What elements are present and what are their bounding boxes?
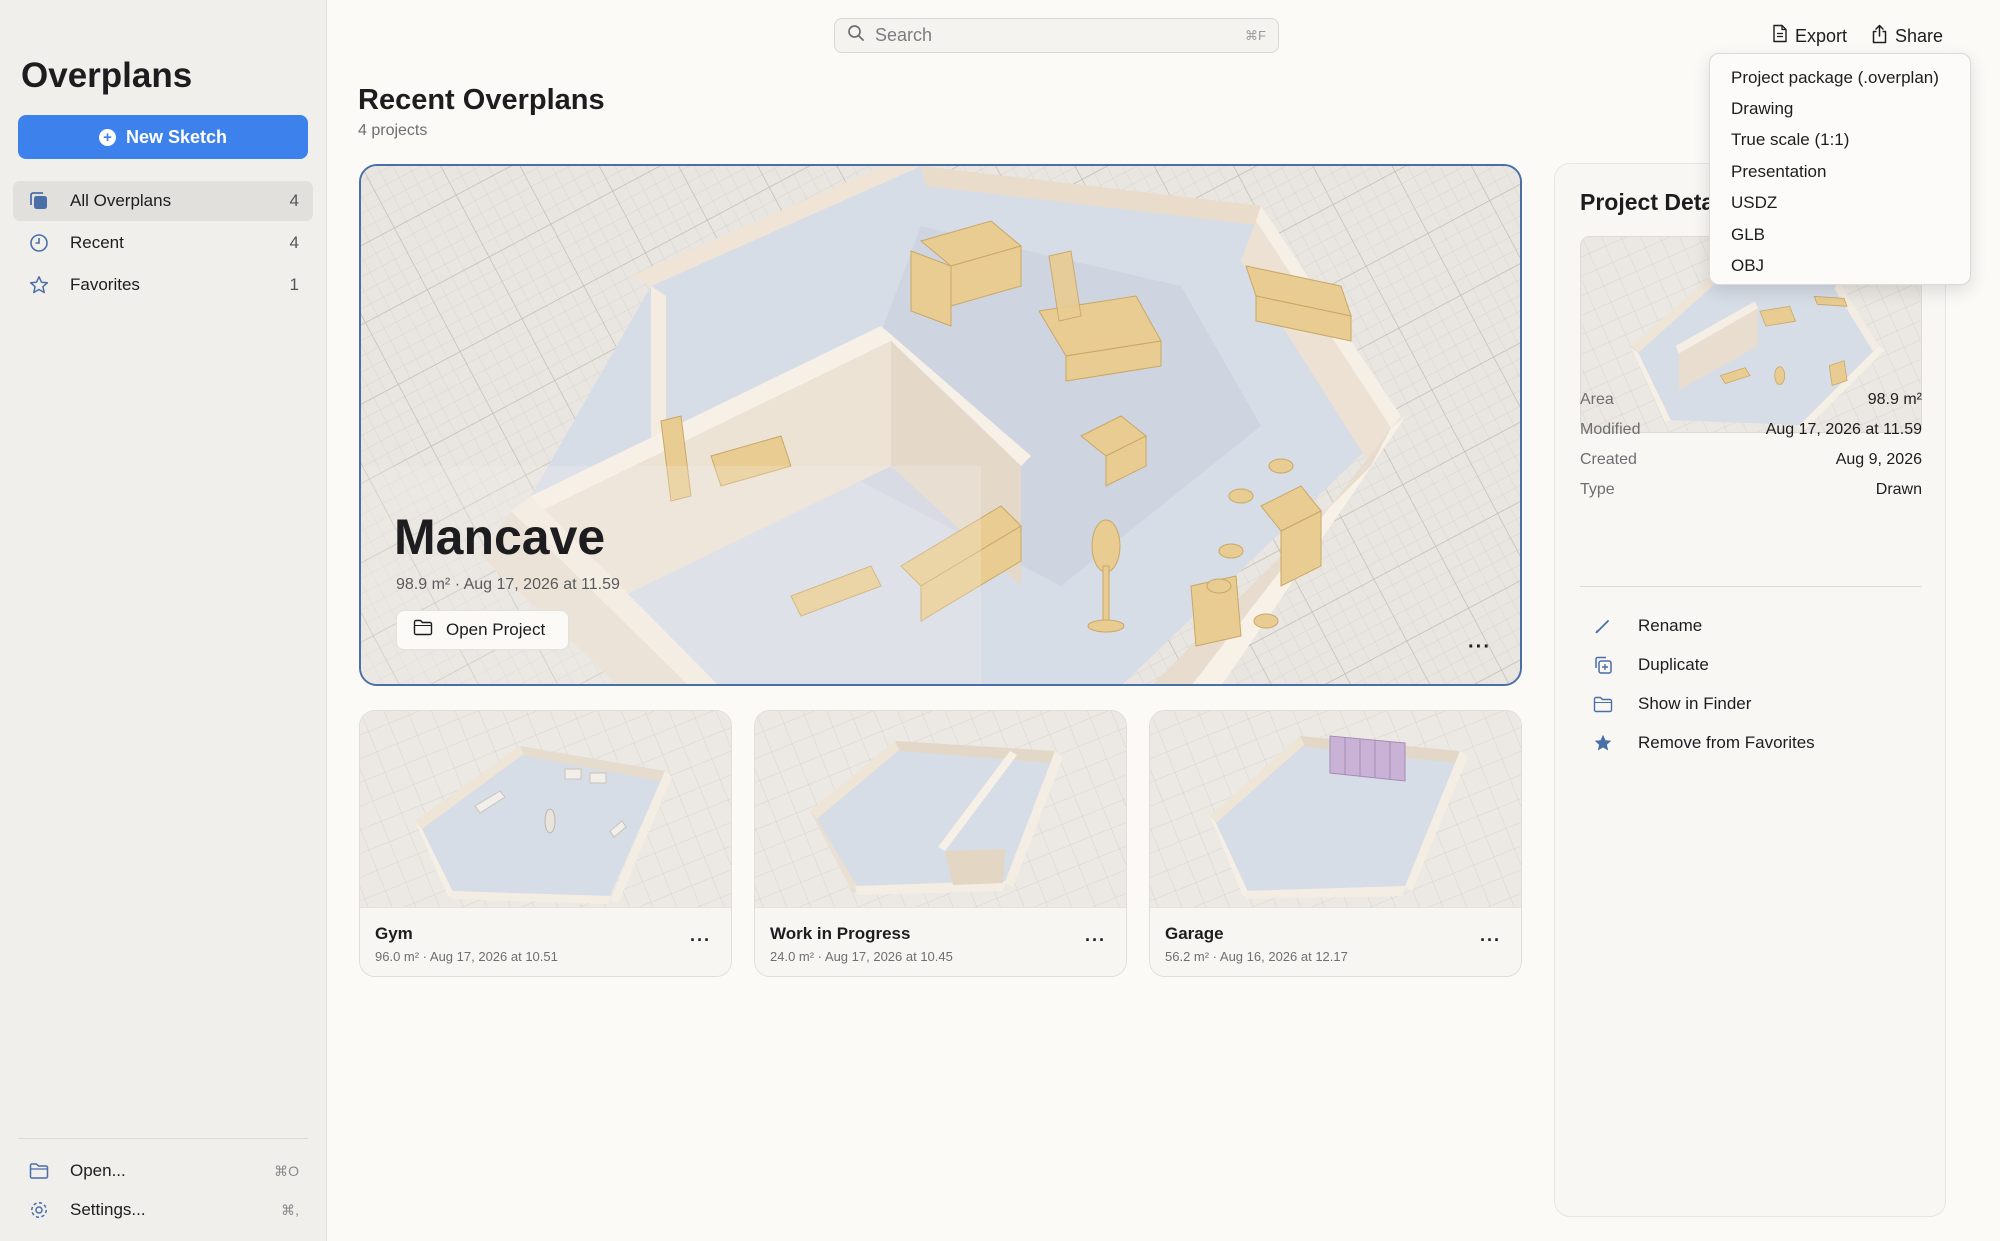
detail-row-modified: Modified Aug 17, 2026 at 11.59: [1580, 421, 1922, 439]
collection-icon: [28, 190, 50, 212]
project-thumbnail: [755, 711, 1126, 907]
duplicate-label: Duplicate: [1638, 655, 1709, 674]
rename-button[interactable]: Rename: [1580, 609, 1922, 643]
page-title: Recent Overplans: [358, 84, 605, 116]
card-info: Gym 96.0 m² · Aug 17, 2026 at 10.51 ···: [360, 907, 731, 976]
duplicate-button[interactable]: Duplicate: [1580, 648, 1922, 682]
project-details-panel: Project Details Area 98.9 m² Modified Au…: [1554, 163, 1946, 1217]
card-info: Garage 56.2 m² · Aug 16, 2026 at 12.17 ·…: [1150, 907, 1521, 976]
star-filled-icon: [1592, 732, 1614, 754]
gear-icon: [28, 1199, 50, 1221]
remove-from-favorites-button[interactable]: Remove from Favorites: [1580, 726, 1922, 760]
show-in-finder-button[interactable]: Show in Finder: [1580, 687, 1922, 721]
menu-item-usdz[interactable]: USDZ: [1710, 188, 1970, 219]
card-meta: 96.0 m² · Aug 17, 2026 at 10.51: [375, 949, 558, 964]
share-icon: [1871, 24, 1888, 49]
detail-value: Aug 9, 2026: [1835, 451, 1922, 468]
hero-project-title: Mancave: [394, 509, 606, 565]
detail-value: 98.9 m²: [1867, 391, 1922, 408]
more-options-button[interactable]: ···: [1468, 636, 1491, 659]
sidebar-divider: [18, 1138, 308, 1139]
sidebar: Overplans + New Sketch All Overplans 4 R…: [0, 0, 327, 1241]
new-sketch-button[interactable]: + New Sketch: [18, 115, 308, 159]
more-options-button[interactable]: ···: [690, 930, 711, 951]
menu-item-obj[interactable]: OBJ: [1710, 250, 1970, 281]
new-sketch-label: New Sketch: [125, 126, 228, 147]
document-icon: [1772, 24, 1788, 48]
plus-circle-icon: +: [98, 128, 116, 146]
sidebar-item-label: All Overplans: [70, 191, 172, 210]
detail-key: Modified: [1580, 421, 1641, 438]
sidebar-item-count: 4: [289, 233, 299, 252]
card-title: Garage: [1165, 924, 1224, 943]
menu-item-drawing[interactable]: Drawing: [1710, 93, 1970, 124]
sidebar-item-count: 1: [289, 275, 299, 294]
open-project-label: Open Project: [446, 620, 546, 639]
sidebar-item-favorites[interactable]: Favorites 1: [13, 265, 313, 305]
folder-icon: [1592, 693, 1614, 715]
app-title: Overplans: [21, 56, 193, 95]
folder-icon: [28, 1160, 50, 1182]
menu-item-project-package[interactable]: Project package (.overplan): [1710, 62, 1970, 93]
open-button[interactable]: Open... ⌘O: [13, 1153, 313, 1189]
sidebar-item-all-overplans[interactable]: All Overplans 4: [13, 181, 313, 221]
card-meta: 56.2 m² · Aug 16, 2026 at 12.17: [1165, 949, 1348, 964]
rename-label: Rename: [1638, 616, 1703, 635]
open-project-button[interactable]: Open Project: [396, 610, 569, 650]
menu-item-glb[interactable]: GLB: [1710, 219, 1970, 250]
project-3d-preview: [361, 166, 1520, 684]
card-info: Work in Progress 24.0 m² · Aug 17, 2026 …: [755, 907, 1126, 976]
settings-label: Settings...: [70, 1200, 146, 1219]
settings-shortcut: ⌘,: [281, 1201, 299, 1218]
hero-project-meta: 98.9 m² · Aug 17, 2026 at 11.59: [396, 576, 620, 593]
open-shortcut: ⌘O: [274, 1162, 299, 1179]
details-divider: [1580, 586, 1922, 587]
export-label: Export: [1795, 25, 1848, 46]
duplicate-icon: [1592, 654, 1614, 676]
more-options-button[interactable]: ···: [1480, 930, 1501, 951]
detail-row-type: Type Drawn: [1580, 481, 1922, 499]
pencil-icon: [1592, 615, 1614, 637]
export-button[interactable]: Export: [1772, 22, 1847, 50]
project-card-gym[interactable]: Gym 96.0 m² · Aug 17, 2026 at 10.51 ···: [359, 710, 732, 977]
remove-from-favorites-label: Remove from Favorites: [1638, 733, 1815, 752]
sidebar-item-label: Recent: [70, 233, 124, 252]
project-thumbnail: [1150, 711, 1521, 907]
search-field[interactable]: ⌘F: [834, 18, 1279, 53]
search-shortcut: ⌘F: [1245, 27, 1266, 43]
show-in-finder-label: Show in Finder: [1638, 694, 1752, 713]
sidebar-item-count: 4: [289, 191, 299, 210]
project-card-garage[interactable]: Garage 56.2 m² · Aug 16, 2026 at 12.17 ·…: [1149, 710, 1522, 977]
search-icon: [847, 24, 865, 47]
clock-icon: [28, 232, 50, 254]
detail-key: Area: [1580, 391, 1614, 408]
featured-project-card[interactable]: Mancave 98.9 m² · Aug 17, 2026 at 11.59 …: [359, 164, 1522, 686]
menu-item-true-scale[interactable]: True scale (1:1): [1710, 125, 1970, 156]
sidebar-item-label: Favorites: [70, 275, 140, 294]
more-options-button[interactable]: ···: [1085, 930, 1106, 951]
detail-key: Type: [1580, 481, 1615, 498]
card-title: Work in Progress: [770, 924, 911, 943]
card-meta: 24.0 m² · Aug 17, 2026 at 10.45: [770, 949, 953, 964]
detail-row-created: Created Aug 9, 2026: [1580, 451, 1922, 469]
folder-icon: [413, 619, 433, 641]
star-icon: [28, 274, 50, 296]
project-count: 4 projects: [358, 122, 428, 139]
card-title: Gym: [375, 924, 413, 943]
detail-value: Aug 17, 2026 at 11.59: [1765, 421, 1922, 438]
detail-key: Created: [1580, 451, 1637, 468]
project-thumbnail: [360, 711, 731, 907]
share-label: Share: [1895, 25, 1944, 46]
share-button[interactable]: Share: [1871, 22, 1943, 50]
detail-value: Drawn: [1875, 481, 1922, 498]
sidebar-item-recent[interactable]: Recent 4: [13, 223, 313, 263]
project-card-work-in-progress[interactable]: Work in Progress 24.0 m² · Aug 17, 2026 …: [754, 710, 1127, 977]
settings-button[interactable]: Settings... ⌘,: [13, 1192, 313, 1228]
search-input[interactable]: [875, 25, 1236, 46]
export-menu: Project package (.overplan) Drawing True…: [1709, 53, 1971, 285]
detail-row-area: Area 98.9 m²: [1580, 391, 1922, 409]
menu-item-presentation[interactable]: Presentation: [1710, 156, 1970, 187]
open-label: Open...: [70, 1161, 126, 1180]
